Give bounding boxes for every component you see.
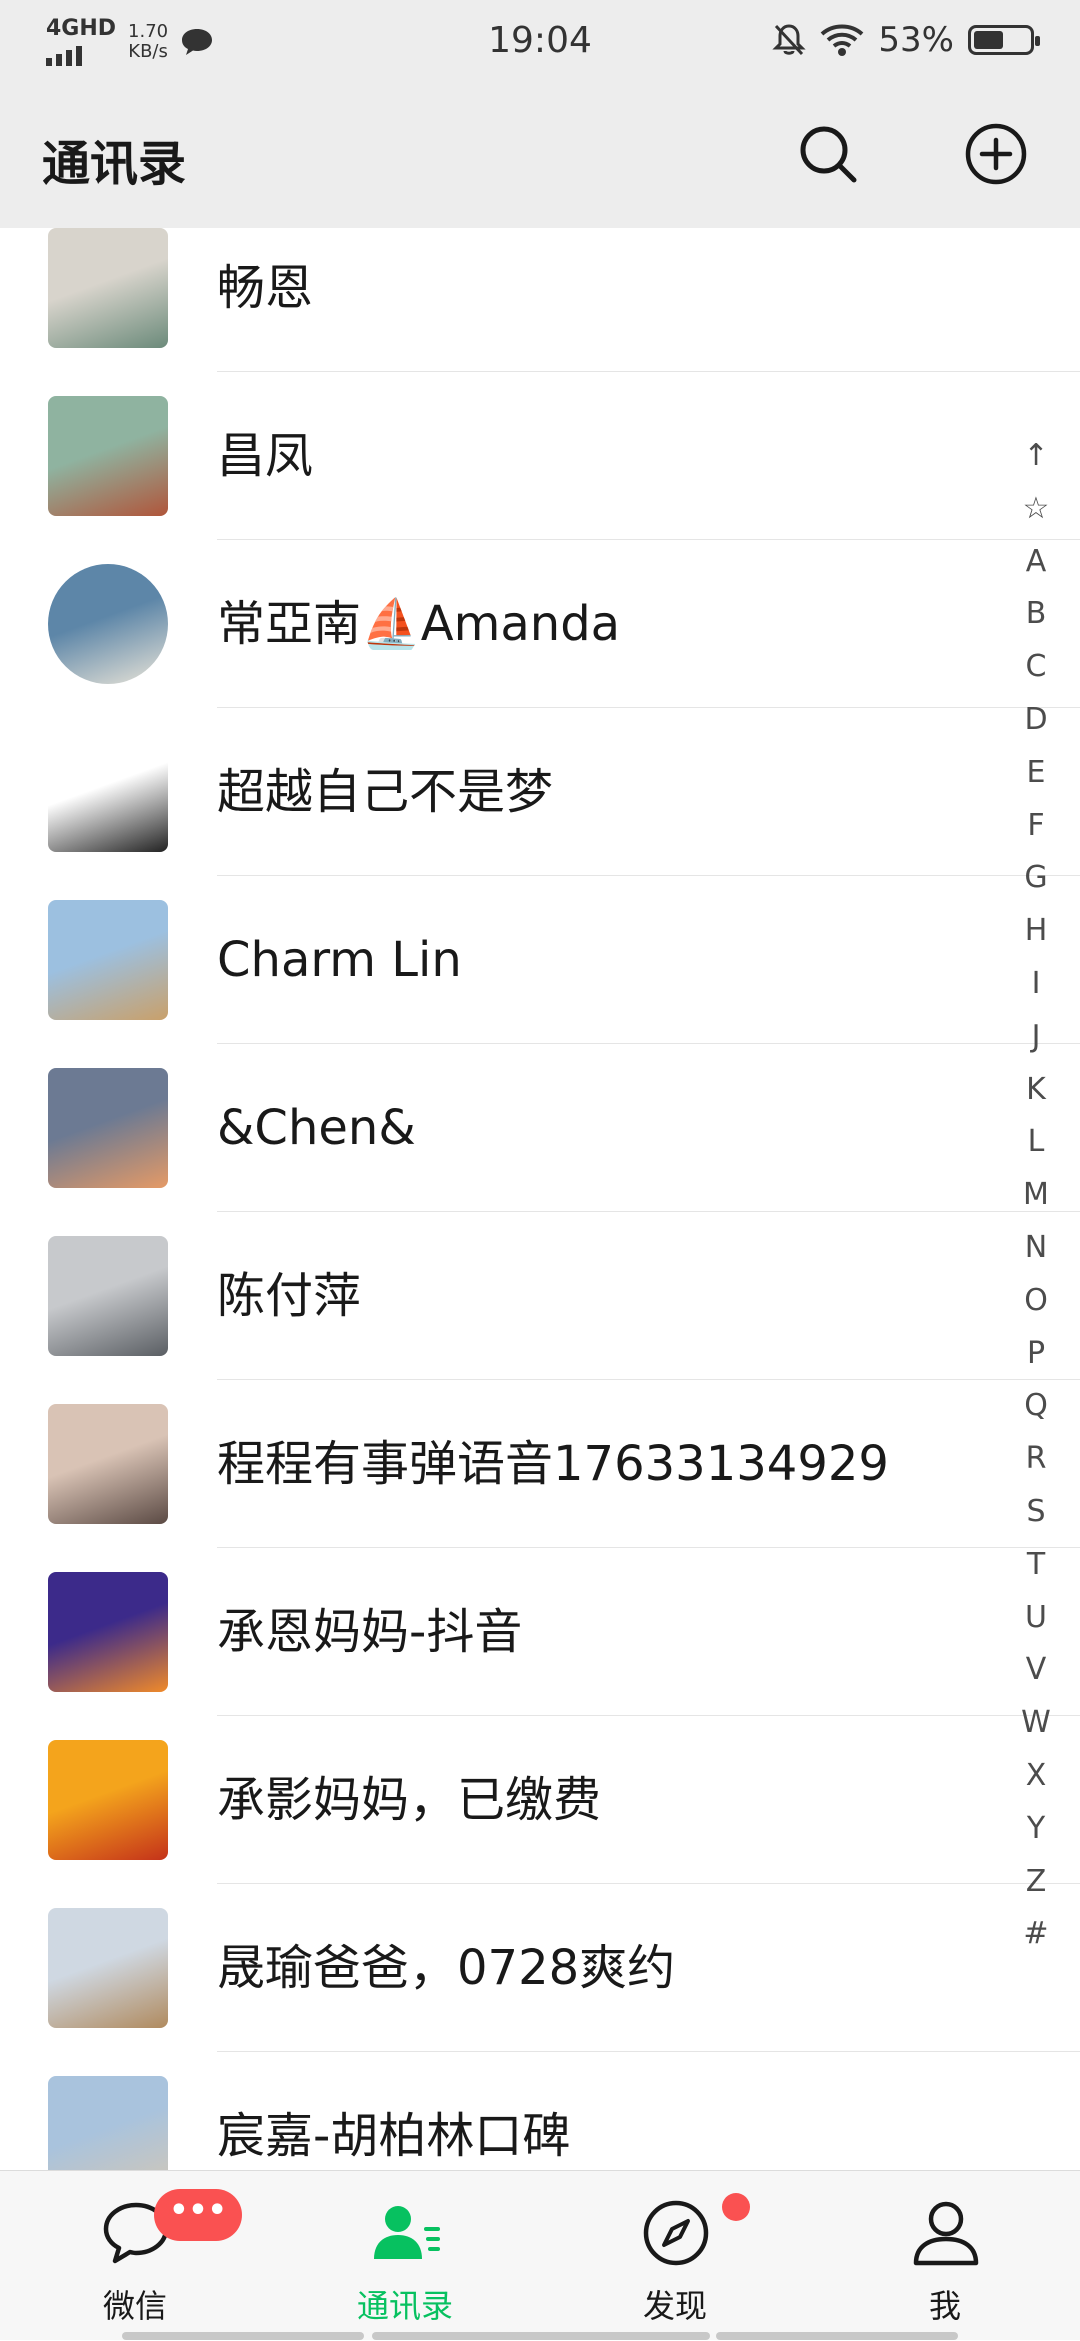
- index-letter[interactable]: S: [1006, 1486, 1066, 1539]
- index-letter[interactable]: A: [1006, 536, 1066, 589]
- tab-chats[interactable]: ••• 微信: [0, 2171, 270, 2341]
- gesture-bar-segment: [716, 2332, 958, 2340]
- app-header: 通讯录: [0, 84, 1080, 228]
- compass-icon: [643, 2200, 709, 2266]
- contact-row[interactable]: 晟瑜爸爸，0728爽约: [0, 1884, 1080, 2052]
- contacts-icon: [374, 2206, 440, 2259]
- contact-row[interactable]: 承恩妈妈-抖音: [0, 1548, 1080, 1716]
- battery-fill: [974, 31, 1003, 49]
- add-button[interactable]: [964, 122, 1028, 186]
- contact-row[interactable]: 程程有事弹语音17633134929: [0, 1380, 1080, 1548]
- avatar: [48, 732, 168, 852]
- contact-name: 承恩妈妈-抖音: [217, 1604, 523, 1660]
- bell-muted-icon: [772, 24, 807, 56]
- contact-list[interactable]: 畅恩昌凤常亞南⛵Amanda 超越自己不是梦 Charm Lin &Chen& 陈付萍程…: [0, 228, 1080, 2170]
- contact-row[interactable]: 超越自己不是梦: [0, 708, 1080, 876]
- avatar: [48, 228, 168, 348]
- contact-row[interactable]: 常亞南⛵Amanda: [0, 540, 1080, 708]
- tab-contacts[interactable]: 通讯录: [270, 2171, 540, 2341]
- contact-row[interactable]: Charm Lin: [0, 876, 1080, 1044]
- contact-name: 畅恩: [217, 260, 314, 316]
- contact-row[interactable]: 畅恩: [0, 228, 1080, 372]
- contact-row[interactable]: 宸嘉-胡柏林口碑: [0, 2052, 1080, 2170]
- contact-name: 常亞南⛵Amanda: [217, 596, 621, 652]
- avatar: [48, 1404, 168, 1524]
- search-button[interactable]: [796, 122, 860, 186]
- avatar: [48, 2076, 168, 2170]
- contact-name: 昌凤: [217, 428, 314, 484]
- bottom-tab-bar: ••• 微信 通讯录 发现 我: [0, 2170, 1080, 2340]
- index-letter[interactable]: E: [1006, 747, 1066, 800]
- index-letter[interactable]: R: [1006, 1433, 1066, 1486]
- contact-name: 承影妈妈，已缴费: [217, 1772, 602, 1828]
- search-icon: [800, 126, 857, 183]
- index-letter[interactable]: L: [1006, 1116, 1066, 1169]
- avatar: [48, 1236, 168, 1356]
- index-letter[interactable]: J: [1006, 1011, 1066, 1064]
- wifi-icon: [821, 24, 864, 56]
- unread-badge: •••: [154, 2189, 242, 2241]
- avatar: [48, 1908, 168, 2028]
- index-letter[interactable]: B: [1006, 588, 1066, 641]
- index-letter[interactable]: W: [1006, 1697, 1066, 1750]
- notification-dot: [722, 2193, 750, 2221]
- index-letter[interactable]: V: [1006, 1644, 1066, 1697]
- tab-label: 我: [928, 2287, 961, 2325]
- alphabet-index[interactable]: ↑ ☆ A B C D E F G H I J K L M N O P Q R S T U V W X Y Z #: [1006, 430, 1066, 1961]
- contact-name: Charm Lin: [217, 932, 462, 988]
- contact-name: &Chen&: [217, 1100, 416, 1156]
- add-circle-icon: [965, 123, 1027, 185]
- contact-row[interactable]: 承影妈妈，已缴费: [0, 1716, 1080, 1884]
- index-letter[interactable]: M: [1006, 1169, 1066, 1222]
- tab-label: 通讯录: [356, 2287, 453, 2325]
- tab-label: 微信: [102, 2287, 167, 2325]
- page-title: 通讯录: [42, 136, 187, 192]
- index-letter[interactable]: #: [1006, 1908, 1066, 1961]
- index-letter[interactable]: F: [1006, 800, 1066, 853]
- contact-row[interactable]: 陈付萍: [0, 1212, 1080, 1380]
- contact-name: 超越自己不是梦: [217, 764, 554, 820]
- avatar: [48, 1572, 168, 1692]
- gesture-bar-segment: [372, 2332, 710, 2340]
- index-letter[interactable]: ↑: [1006, 430, 1066, 483]
- index-letter[interactable]: ☆: [1006, 483, 1066, 536]
- person-icon: [913, 2201, 979, 2266]
- contact-name: 程程有事弹语音17633134929: [217, 1436, 889, 1492]
- battery-percent: 53%: [878, 20, 954, 60]
- contact-row[interactable]: 昌凤: [0, 372, 1080, 540]
- index-letter[interactable]: T: [1006, 1539, 1066, 1592]
- index-letter[interactable]: Y: [1006, 1803, 1066, 1856]
- status-bar: 4GHD 1.70 KB/s 19:04 53%: [0, 0, 1080, 84]
- tab-label: 发现: [642, 2287, 707, 2325]
- avatar: [48, 564, 168, 684]
- avatar: [48, 1740, 168, 1860]
- index-letter[interactable]: Q: [1006, 1380, 1066, 1433]
- avatar: [48, 1068, 168, 1188]
- tab-me[interactable]: 我: [810, 2171, 1080, 2341]
- index-letter[interactable]: C: [1006, 641, 1066, 694]
- index-letter[interactable]: X: [1006, 1750, 1066, 1803]
- avatar: [48, 396, 168, 516]
- status-right: 53%: [772, 20, 1040, 60]
- contact-name: 晟瑜爸爸，0728爽约: [217, 1940, 676, 1996]
- battery-icon: [968, 25, 1040, 55]
- contact-name: 陈付萍: [217, 1268, 362, 1324]
- index-letter[interactable]: G: [1006, 852, 1066, 905]
- index-letter[interactable]: H: [1006, 905, 1066, 958]
- tab-discover[interactable]: 发现: [540, 2171, 810, 2341]
- index-letter[interactable]: O: [1006, 1275, 1066, 1328]
- index-letter[interactable]: Z: [1006, 1856, 1066, 1909]
- index-letter[interactable]: D: [1006, 694, 1066, 747]
- index-letter[interactable]: P: [1006, 1328, 1066, 1381]
- contact-row[interactable]: &Chen&: [0, 1044, 1080, 1212]
- contact-name: 宸嘉-胡柏林口碑: [217, 2108, 571, 2164]
- avatar: [48, 900, 168, 1020]
- index-letter[interactable]: N: [1006, 1222, 1066, 1275]
- gesture-bar-segment: [122, 2332, 364, 2340]
- contact-list-content: 畅恩昌凤常亞南⛵Amanda 超越自己不是梦 Charm Lin &Chen& 陈付萍程…: [0, 228, 1080, 2170]
- index-letter[interactable]: K: [1006, 1064, 1066, 1117]
- index-letter[interactable]: I: [1006, 958, 1066, 1011]
- index-letter[interactable]: U: [1006, 1592, 1066, 1645]
